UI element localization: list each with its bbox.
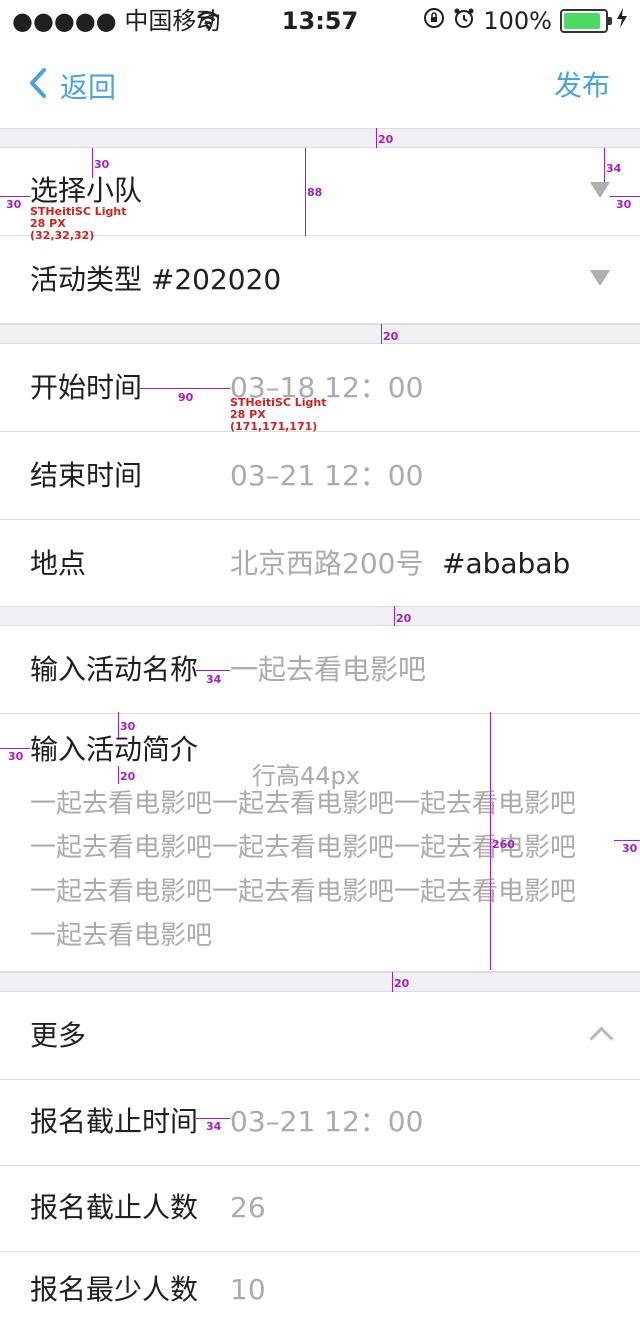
max-count-row[interactable]: 报名截止人数 26 bbox=[0, 1164, 640, 1252]
spacing-marker bbox=[305, 148, 306, 236]
font-spec-annotation: STHeitiSC Light 28 PX (171,171,171) bbox=[230, 396, 327, 433]
status-right: 100% bbox=[423, 6, 628, 36]
spacing-annotation: 30 bbox=[622, 842, 638, 855]
spacing-annotation: 88 bbox=[307, 186, 323, 199]
chevron-left-icon bbox=[28, 67, 50, 106]
spacing-marker bbox=[92, 148, 93, 178]
more-row[interactable]: 更多 bbox=[0, 992, 640, 1080]
spacing-marker bbox=[604, 148, 605, 182]
color-note: #ababab bbox=[442, 547, 571, 580]
back-button[interactable]: 返回 bbox=[28, 66, 116, 106]
spacing-marker bbox=[0, 748, 30, 749]
status-bar: ●●●●● 中国移动 13:57 100% bbox=[0, 0, 640, 40]
activity-name-input[interactable]: 一起去看电影吧 bbox=[230, 626, 426, 714]
spacing-marker bbox=[376, 128, 377, 148]
end-time-row[interactable]: 结束时间 03–21 12：00 bbox=[0, 432, 640, 520]
spacing-marker bbox=[392, 972, 393, 992]
spacing-annotation: 34 bbox=[206, 673, 222, 686]
section-gap bbox=[0, 606, 640, 626]
nav-bar: 返回 发布 bbox=[0, 40, 640, 128]
intro-line: 一起去看电影吧 bbox=[30, 921, 213, 951]
spacing-annotation: 34 bbox=[206, 1120, 222, 1133]
type-label: 活动类型 #202020 bbox=[30, 263, 282, 296]
spacing-marker bbox=[118, 712, 119, 738]
battery-level bbox=[564, 13, 600, 29]
min-count-label: 报名最少人数 bbox=[30, 1273, 199, 1306]
deadline-row[interactable]: 报名截止时间 03–21 12：00 34 bbox=[0, 1078, 640, 1166]
activity-intro-textarea[interactable]: 一起去看电影吧一起去看电影吧一起去看电影吧 一起去看电影吧一起去看电影吧一起去看… bbox=[30, 782, 620, 958]
section-gap bbox=[0, 972, 640, 992]
battery-percent: 100% bbox=[483, 7, 552, 35]
dropdown-triangle-icon bbox=[590, 270, 610, 286]
wifi-icon bbox=[196, 10, 220, 34]
publish-button[interactable]: 发布 bbox=[554, 66, 610, 106]
activity-intro-label: 输入活动简介 bbox=[30, 733, 199, 766]
spacing-annotation: 90 bbox=[178, 391, 194, 404]
location-row[interactable]: 地点 北京西路200号 #ababab bbox=[0, 520, 640, 608]
start-time-label: 开始时间 bbox=[30, 371, 143, 404]
spacing-annotation: 34 bbox=[606, 162, 622, 175]
max-count-value: 26 bbox=[230, 1191, 266, 1224]
section-gap bbox=[0, 128, 640, 148]
spacing-marker bbox=[381, 324, 382, 344]
end-time-label: 结束时间 bbox=[30, 459, 143, 492]
deadline-value: 03–21 12：00 bbox=[230, 1105, 424, 1138]
min-count-row[interactable]: 报名最少人数 10 bbox=[0, 1250, 640, 1338]
spacing-marker bbox=[196, 1118, 230, 1119]
orientation-lock-icon bbox=[423, 6, 445, 36]
spacing-annotation: 30 bbox=[120, 720, 136, 733]
spacing-annotation: 30 bbox=[94, 158, 110, 171]
spacing-annotation: 20 bbox=[396, 612, 412, 625]
spacing-marker bbox=[610, 196, 640, 197]
spacing-annotation: 20 bbox=[383, 330, 399, 343]
section-gap bbox=[0, 324, 640, 344]
intro-line: 一起去看电影吧一起去看电影吧一起去看电影吧 bbox=[30, 789, 577, 819]
location-value: 北京西路200号 bbox=[230, 547, 424, 580]
min-count-value: 10 bbox=[230, 1273, 266, 1306]
spacing-marker bbox=[490, 712, 491, 970]
location-label: 地点 bbox=[30, 547, 87, 580]
spacing-marker bbox=[0, 196, 30, 197]
spacing-marker bbox=[394, 606, 395, 626]
max-count-label: 报名截止人数 bbox=[30, 1191, 199, 1224]
spacing-annotation: 260 bbox=[492, 838, 515, 851]
activity-name-row[interactable]: 输入活动名称 一起去看电影吧 34 bbox=[0, 626, 640, 714]
spacing-marker bbox=[118, 766, 119, 784]
battery-icon bbox=[560, 9, 612, 33]
more-label: 更多 bbox=[30, 1019, 87, 1052]
activity-intro-row[interactable]: 输入活动简介 行高44px 一起去看电影吧一起去看电影吧一起去看电影吧 一起去看… bbox=[0, 712, 640, 972]
spacing-marker bbox=[196, 670, 230, 671]
charging-icon bbox=[616, 6, 628, 36]
spacing-annotation: 20 bbox=[378, 133, 394, 146]
chevron-up-icon bbox=[589, 1026, 614, 1051]
start-time-row[interactable]: 开始时间 03–18 12：00 90 STHeitiSC Light 28 P… bbox=[0, 344, 640, 433]
type-select-row[interactable]: 活动类型 #202020 bbox=[0, 236, 640, 324]
end-time-value: 03–21 12：00 bbox=[230, 459, 424, 492]
spacing-annotation: 30 bbox=[8, 750, 24, 763]
activity-name-label: 输入活动名称 bbox=[30, 653, 199, 686]
spacing-annotation: 30 bbox=[6, 198, 22, 211]
deadline-label: 报名截止时间 bbox=[30, 1105, 199, 1138]
intro-line: 一起去看电影吧一起去看电影吧一起去看电影吧 bbox=[30, 877, 577, 907]
alarm-icon bbox=[453, 6, 475, 36]
spacing-annotation: 30 bbox=[616, 198, 632, 211]
intro-line: 一起去看电影吧一起去看电影吧一起去看电影吧 bbox=[30, 833, 577, 863]
team-select-row[interactable]: 选择小队 STHeitiSC Light 28 PX (32,32,32) 30… bbox=[0, 148, 640, 242]
spacing-annotation: 20 bbox=[394, 977, 410, 990]
spacing-marker bbox=[614, 840, 640, 841]
spacing-marker bbox=[140, 388, 230, 389]
dropdown-triangle-icon bbox=[590, 182, 610, 198]
back-label: 返回 bbox=[60, 71, 117, 104]
spacing-annotation: 20 bbox=[120, 770, 136, 783]
